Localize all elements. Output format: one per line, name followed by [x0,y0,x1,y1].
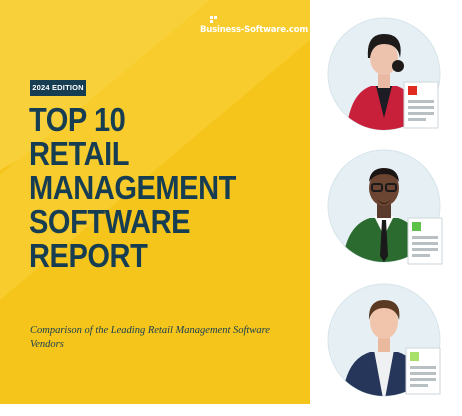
persona-man-green [326,146,450,274]
brand-name: Business-Software.com [200,25,308,35]
woman-red-blazer-avatar-icon [327,17,441,131]
edition-badge: 2024 EDITION [30,80,86,96]
persona-man-navy [326,280,450,404]
brand-logo-icon [210,16,217,23]
man-green-jacket-avatar-icon [327,149,443,265]
report-cover: Business-Software.com 2024 EDITION TOP 1… [0,0,310,404]
title-line: TOP 10 [29,101,126,138]
title-line: RETAIL [29,135,130,172]
report-subtitle: Comparison of the Leading Retail Managem… [30,325,270,350]
report-title: TOP 10 RETAIL MANAGEMENT SOFTWARE REPORT [29,103,236,273]
title-line: MANAGEMENT [29,169,236,206]
man-navy-jacket-avatar-icon [327,283,441,397]
title-line: REPORT [29,237,148,274]
persona-woman [326,14,450,138]
title-line: SOFTWARE [29,203,191,240]
